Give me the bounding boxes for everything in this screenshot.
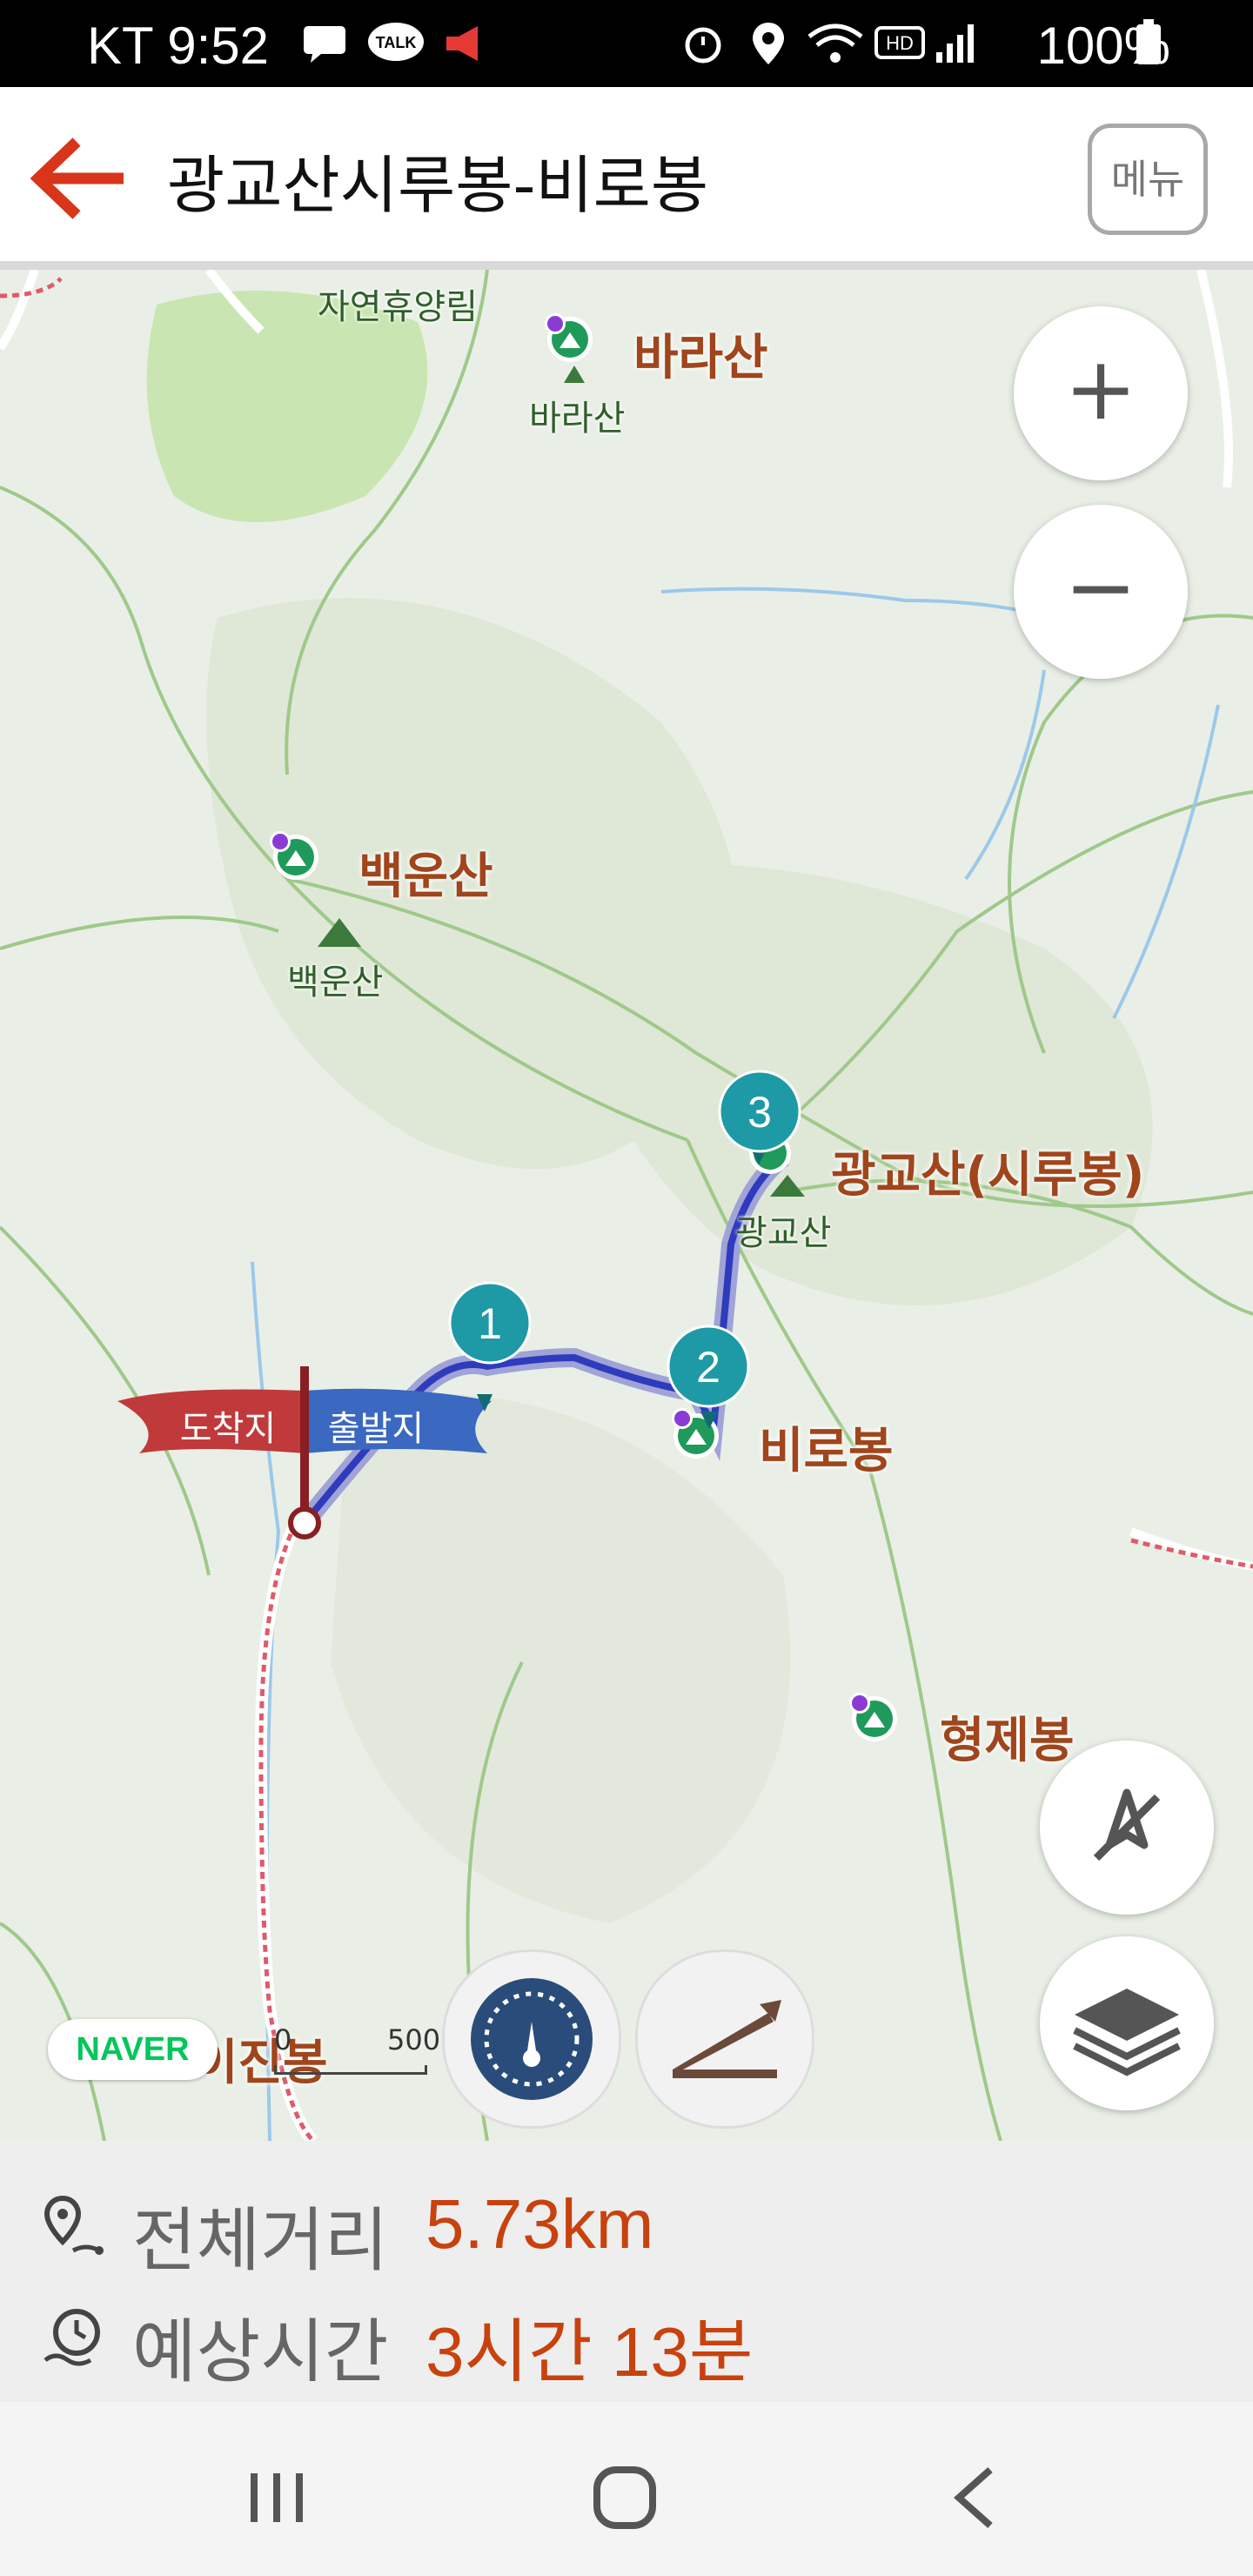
- megaphone-icon: [446, 26, 478, 61]
- chat-icon: [304, 26, 345, 63]
- layers-button[interactable]: [1040, 1936, 1214, 2110]
- flag-departure-text: 출발지: [328, 1409, 424, 1449]
- battery-icon: [1136, 19, 1161, 64]
- system-nav-bar: [0, 2402, 1253, 2576]
- svg-text:2: 2: [696, 1343, 720, 1392]
- talk-text: TALK: [376, 34, 417, 51]
- scale-end: 500: [387, 2023, 441, 2056]
- signal-icon: [936, 24, 974, 63]
- map-view[interactable]: 도착지 출발지 1 2 3 자연휴양림 바라산 바라산 백운산 백운산 광교산(…: [0, 270, 1253, 2141]
- slope-icon: [673, 2000, 781, 2078]
- peak-sub-baegunsan: 백운산: [287, 963, 384, 1003]
- peak-sub-barasan: 바라산: [529, 399, 626, 439]
- menu-button[interactable]: 메뉴: [1088, 124, 1208, 235]
- svg-text:3: 3: [747, 1088, 772, 1137]
- wifi-icon: [807, 23, 863, 63]
- back-arrow-icon[interactable]: [26, 135, 131, 222]
- mountain-shade-2: [522, 863, 1153, 1305]
- peak-label-gwanggyosan: 광교산(시루봉): [831, 1147, 1145, 1204]
- peak-sub-gwanggyosan: 광교산: [735, 1213, 832, 1253]
- waypoint-marker-1: 1: [448, 1281, 532, 1412]
- location-icon: [753, 23, 784, 64]
- back-nav-icon[interactable]: [922, 2454, 1027, 2541]
- peak-marker: [849, 1693, 897, 1741]
- alarm-icon: [685, 27, 721, 64]
- scale-bar: [274, 2065, 427, 2075]
- app-bar: 광교산시루봉-비로봉 메뉴: [0, 87, 1253, 270]
- slope-tool-button[interactable]: [635, 1949, 814, 2129]
- map-scale: 0 500: [261, 2023, 440, 2076]
- layers-icon: [1073, 1989, 1181, 2076]
- kakaotalk-icon: TALK: [368, 23, 424, 61]
- home-icon[interactable]: [573, 2454, 677, 2541]
- time-value: 3시간 13분: [425, 2313, 754, 2391]
- peak-label-baegunsan: 백운산: [358, 849, 493, 905]
- page-title: 광교산시루봉-비로봉: [167, 149, 709, 222]
- scale-start: 0: [274, 2023, 292, 2056]
- compass-off-icon: [1093, 1788, 1161, 1862]
- route-info-panel: 전체거리 5.73km 예상시간 3시간 13분: [0, 2141, 1253, 2402]
- svg-text:1: 1: [478, 1299, 502, 1348]
- compass-button[interactable]: [1040, 1741, 1214, 1915]
- distance-pin-icon: [44, 2195, 104, 2255]
- hd-icon: HD: [874, 26, 925, 59]
- distance-label: 전체거리: [132, 2200, 389, 2281]
- peak-marker: [545, 313, 593, 362]
- status-time: KT 9:52: [87, 17, 270, 75]
- peak-triangle: [564, 366, 585, 383]
- speedometer-icon: [471, 1978, 593, 2100]
- mountain-shade-3: [331, 1393, 791, 1923]
- speed-tool-button[interactable]: [442, 1949, 621, 2129]
- zoom-in-button[interactable]: +: [1014, 306, 1188, 480]
- peak-label-birobong: 비로봉: [759, 1423, 894, 1479]
- status-bar: KT 9:52 TALK HD 100%: [0, 0, 1253, 87]
- naver-logo: NAVER: [48, 2019, 218, 2080]
- hd-text: HD: [886, 32, 914, 54]
- flag-arrival-text: 도착지: [180, 1409, 276, 1449]
- forest-label: 자연휴양림: [318, 287, 478, 327]
- time-label: 예상시간: [132, 2311, 389, 2392]
- peak-label-barasan: 바라산: [633, 330, 768, 386]
- distance-value: 5.73km: [425, 2185, 654, 2263]
- time-clock-icon: [44, 2309, 100, 2366]
- recents-icon[interactable]: [224, 2454, 329, 2541]
- zoom-out-button[interactable]: −: [1014, 505, 1188, 679]
